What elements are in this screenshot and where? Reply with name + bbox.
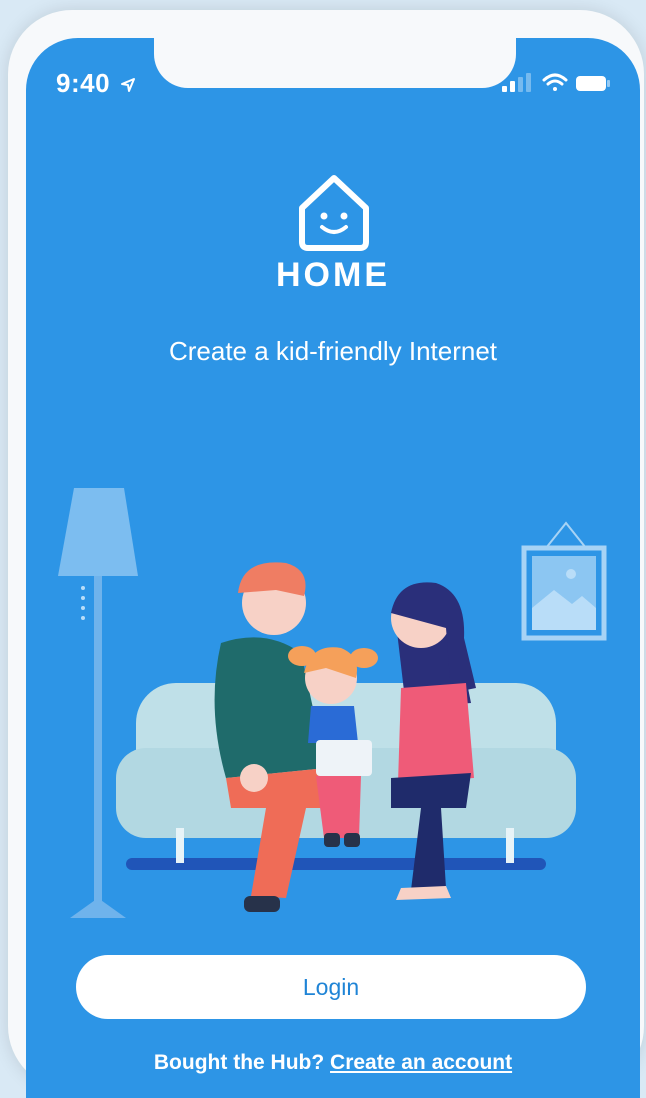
- login-button[interactable]: Login: [76, 955, 586, 1019]
- wifi-icon: [542, 73, 568, 91]
- wall-picture: [521, 521, 607, 641]
- floor-lamp: [58, 488, 138, 918]
- app-screen: 9:40 HOME Create a kid-friendly Internet…: [26, 38, 640, 1098]
- mother-figure: [391, 582, 476, 900]
- status-time: 9:40: [56, 68, 136, 99]
- location-arrow-icon: [120, 78, 135, 93]
- tagline: Create a kid-friendly Internet: [168, 336, 498, 366]
- status-time-text: 9:40: [56, 68, 111, 98]
- smiling-house-icon: [299, 175, 369, 251]
- create-account-link[interactable]: Create an account: [330, 1051, 512, 1074]
- create-account-prompt: Bought the Hub? Create an account: [26, 1051, 640, 1075]
- family-on-couch-illustration: [58, 488, 607, 918]
- phone-frame: 9:40 HOME Create a kid-friendly Internet…: [8, 10, 644, 1098]
- bought-hub-text: Bought the Hub?: [153, 1051, 325, 1074]
- cellular-signal-icon: [502, 73, 531, 92]
- battery-icon: [576, 76, 610, 91]
- device-notch: [154, 38, 516, 88]
- app-brand: HOME: [276, 256, 390, 294]
- status-icons: [502, 73, 610, 92]
